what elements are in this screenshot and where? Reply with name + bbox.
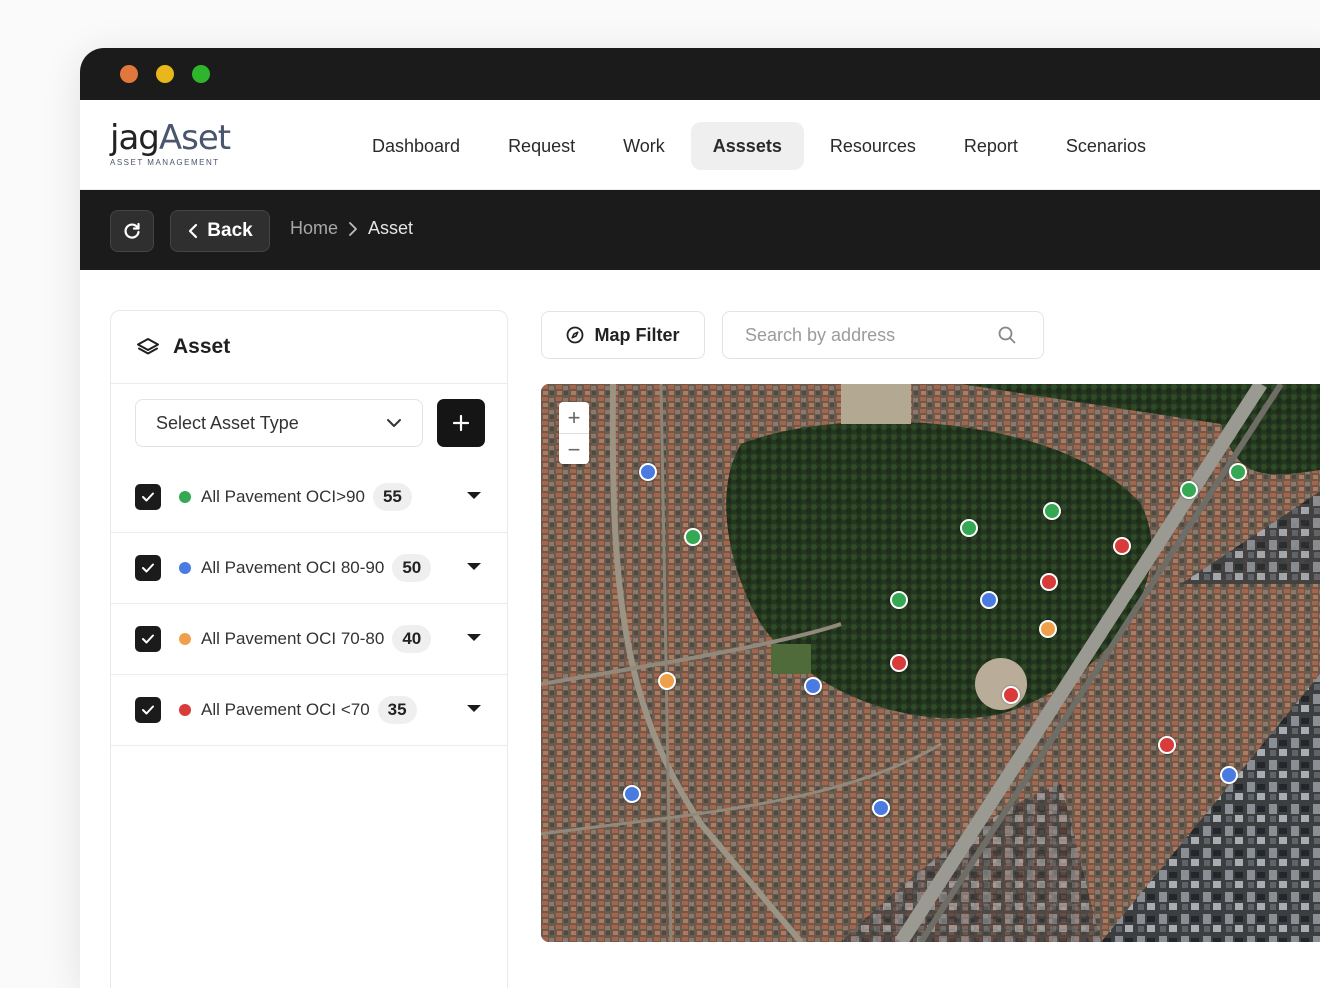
chevron-left-icon (189, 223, 198, 239)
breadcrumb-current: Asset (368, 218, 414, 238)
search-icon[interactable] (997, 325, 1017, 345)
logo-text-part2: Aset (158, 118, 231, 158)
layer-label: All Pavement OCI <70 (201, 700, 370, 719)
map-marker[interactable] (872, 799, 890, 817)
brand-logo[interactable]: jagAset ASSET MANAGEMENT (110, 118, 231, 167)
layer-count-badge: 50 (392, 554, 432, 582)
chevron-down-icon (387, 419, 401, 427)
asset-type-select[interactable]: Select Asset Type (135, 399, 423, 447)
layer-label: All Pavement OCI 80-90 (201, 558, 385, 577)
map-marker[interactable] (623, 785, 641, 803)
layer-item[interactable]: All Pavement OCI <70 35 (111, 675, 507, 746)
asset-panel: Asset Select Asset Type All Pavement OCI… (110, 310, 508, 988)
plus-icon (452, 414, 470, 432)
layer-count-badge: 40 (392, 625, 432, 653)
caret-down-icon[interactable] (467, 705, 481, 712)
refresh-button[interactable] (110, 210, 154, 252)
nav-scenarios[interactable]: Scenarios (1044, 122, 1168, 170)
zoom-control: + − (559, 402, 589, 464)
layer-item[interactable]: All Pavement OCI 80-90 50 (111, 533, 507, 604)
layer-count-badge: 35 (377, 696, 417, 724)
map-marker[interactable] (1113, 537, 1131, 555)
nav-request[interactable]: Request (486, 122, 597, 170)
map-filter-label: Map Filter (594, 324, 680, 345)
map-marker[interactable] (1158, 736, 1176, 754)
caret-down-icon[interactable] (467, 492, 481, 499)
check-icon (142, 563, 154, 573)
add-asset-button[interactable] (437, 399, 485, 447)
breadcrumb: Home Asset (290, 218, 413, 239)
layer-label: All Pavement OCI 70-80 (201, 629, 385, 648)
map-marker[interactable] (1040, 573, 1058, 591)
back-button[interactable]: Back (170, 210, 270, 252)
layer-color-dot (179, 633, 191, 645)
map-marker[interactable] (1180, 481, 1198, 499)
layer-label: All Pavement OCI>90 (201, 487, 365, 506)
satellite-imagery (541, 384, 1320, 942)
check-icon (142, 492, 154, 502)
nav-report[interactable]: Report (942, 122, 1040, 170)
layer-checkbox[interactable] (135, 697, 161, 723)
map-marker[interactable] (960, 519, 978, 537)
satellite-map[interactable]: + − (541, 384, 1320, 942)
zoom-in-button[interactable]: + (559, 402, 589, 434)
layer-count-badge: 55 (372, 483, 412, 511)
map-marker[interactable] (890, 591, 908, 609)
back-button-label: Back (207, 220, 253, 241)
logo-tagline: ASSET MANAGEMENT (110, 158, 220, 167)
map-marker[interactable] (684, 528, 702, 546)
address-search-input[interactable] (743, 323, 997, 347)
layer-color-dot (179, 704, 191, 716)
map-marker[interactable] (890, 654, 908, 672)
nav-assets[interactable]: Asssets (690, 122, 804, 170)
nav-work[interactable]: Work (601, 122, 687, 170)
minimize-window-icon[interactable] (156, 65, 174, 83)
map-marker[interactable] (980, 591, 998, 609)
map-marker[interactable] (639, 463, 657, 481)
maximize-window-icon[interactable] (192, 65, 210, 83)
app-window: jagAset ASSET MANAGEMENT Dashboard Reque… (80, 48, 1320, 988)
close-window-icon[interactable] (120, 65, 138, 83)
layers-icon (137, 338, 159, 355)
nav-dashboard[interactable]: Dashboard (350, 122, 482, 170)
logo-text-part1: jag (110, 118, 160, 158)
asset-panel-header: Asset (111, 311, 507, 384)
map-marker[interactable] (1220, 766, 1238, 784)
map-marker[interactable] (1002, 686, 1020, 704)
chevron-right-icon (349, 221, 357, 236)
map-marker[interactable] (1039, 620, 1057, 638)
caret-down-icon[interactable] (467, 563, 481, 570)
layer-item[interactable]: All Pavement OCI>90 55 (111, 462, 507, 533)
caret-down-icon[interactable] (467, 634, 481, 641)
map-marker[interactable] (658, 672, 676, 690)
map-marker[interactable] (1043, 502, 1061, 520)
top-navbar: jagAset ASSET MANAGEMENT Dashboard Reque… (80, 100, 1320, 190)
breadcrumb-home[interactable]: Home (290, 218, 338, 239)
zoom-out-button[interactable]: − (559, 434, 589, 465)
check-icon (142, 634, 154, 644)
layer-checkbox[interactable] (135, 626, 161, 652)
window-titlebar (80, 48, 1320, 100)
layer-checkbox[interactable] (135, 555, 161, 581)
layer-item[interactable]: All Pavement OCI 70-80 40 (111, 604, 507, 675)
main-nav: Dashboard Request Work Asssets Resources… (350, 122, 1168, 170)
nav-resources[interactable]: Resources (808, 122, 938, 170)
address-search[interactable] (722, 311, 1044, 359)
layer-color-dot (179, 491, 191, 503)
map-marker[interactable] (1229, 463, 1247, 481)
map-marker[interactable] (804, 677, 822, 695)
compass-icon (567, 326, 584, 344)
asset-type-select-value: Select Asset Type (156, 412, 299, 433)
panel-title: Asset (173, 335, 231, 358)
check-icon (142, 705, 154, 715)
refresh-icon (124, 222, 140, 239)
asset-type-row: Select Asset Type (111, 384, 507, 462)
breadcrumb-bar: Back Home Asset (80, 190, 1320, 270)
layer-color-dot (179, 562, 191, 574)
layer-checkbox[interactable] (135, 484, 161, 510)
map-filter-button[interactable]: Map Filter (541, 311, 705, 359)
